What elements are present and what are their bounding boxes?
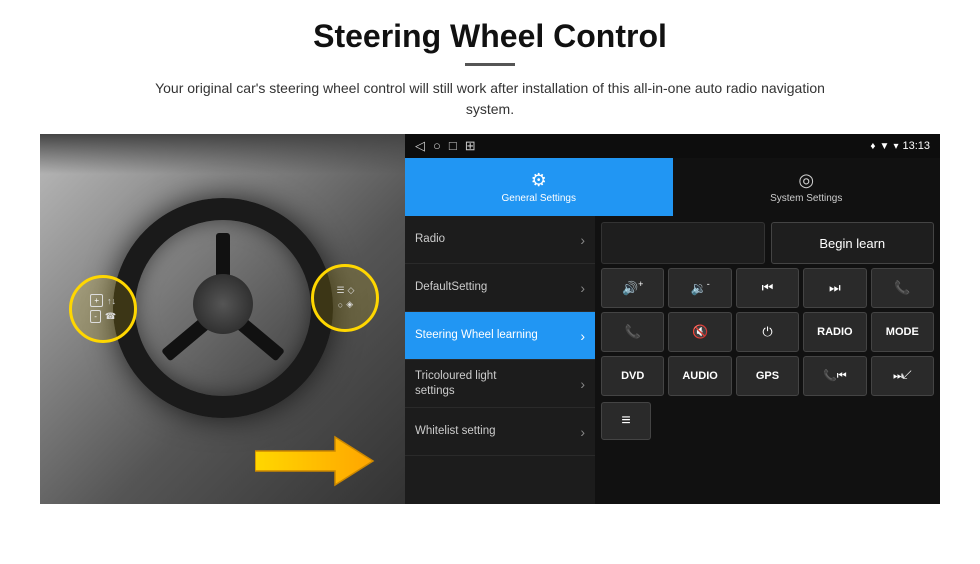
wifi-icon: ▾ [893, 141, 898, 152]
phone-button[interactable]: 📞 [871, 268, 934, 308]
tab-system-label: System Settings [770, 193, 842, 204]
right-button-circle: ☰ ◇ ○ ◈ [311, 264, 379, 332]
empty-input-box [601, 222, 765, 264]
control-grid-row2: 📞 🔇 ⏻ RADIO MODE [601, 312, 934, 352]
next-track-button[interactable]: ⏭ [803, 268, 866, 308]
menu-extra-button[interactable]: ≡ [601, 402, 651, 440]
nav-back-icon[interactable]: ◁ [415, 138, 425, 154]
phone-prev-button[interactable]: 📞⏮ [803, 356, 866, 396]
skip-button[interactable]: ⏭↙ [871, 356, 934, 396]
skip-icon: ⏭↙ [893, 370, 912, 383]
control-grid-row3: DVD AUDIO GPS 📞⏮ ⏭↙ [601, 356, 934, 396]
gps-button[interactable]: GPS [736, 356, 799, 396]
radio-label: Radio [415, 232, 445, 247]
content-area: + ↑↓ - ☎ ☰ ◇ [40, 134, 940, 504]
status-bar: ◁ ○ □ ⊞ ♦ ▼ ▾ 13:13 [405, 134, 940, 158]
begin-learn-button[interactable]: Begin learn [771, 222, 935, 264]
power-icon: ⏻ [762, 324, 772, 340]
main-content: Radio › DefaultSetting › Steering Wheel … [405, 216, 940, 504]
steering-wheel-image: + ↑↓ - ☎ ☰ ◇ [40, 134, 405, 504]
volume-down-icon: 🔉- [691, 279, 710, 296]
chevron-icon: › [580, 232, 585, 248]
power-button[interactable]: ⏻ [736, 312, 799, 352]
chevron-icon: › [580, 280, 585, 296]
menu-item-radio[interactable]: Radio › [405, 216, 595, 264]
tab-general-label: General Settings [502, 193, 577, 204]
volume-down-button[interactable]: 🔉- [668, 268, 731, 308]
steering-wheel-label: Steering Wheel learning [415, 328, 538, 343]
phone-prev-icon: 📞⏮ [823, 369, 847, 383]
direction-arrow [255, 429, 375, 494]
menu-item-steering-wheel[interactable]: Steering Wheel learning › [405, 312, 595, 360]
nav-home-icon[interactable]: ○ [433, 138, 441, 154]
tricoloured-label: Tricoloured lightsettings [415, 369, 496, 399]
menu-icon: ≡ [621, 412, 630, 430]
volume-up-icon: 🔊+ [622, 279, 643, 296]
settings-menu: Radio › DefaultSetting › Steering Wheel … [405, 216, 595, 504]
volume-up-button[interactable]: 🔊+ [601, 268, 664, 308]
dvd-label: DVD [621, 370, 644, 382]
tab-system-settings[interactable]: ◎ System Settings [673, 158, 941, 216]
settings-gear-icon: ⚙ [531, 170, 547, 191]
tab-general-settings[interactable]: ⚙ General Settings [405, 158, 673, 216]
chevron-icon: › [580, 328, 585, 344]
nav-menu-icon[interactable]: ⊞ [465, 138, 476, 154]
status-indicators: ♦ ▼ ▾ 13:13 [870, 140, 930, 152]
radio-label: RADIO [817, 326, 852, 338]
mute-icon: 🔇 [692, 324, 708, 340]
audio-label: AUDIO [682, 370, 717, 382]
top-action-row: Begin learn [601, 222, 934, 264]
whitelist-label: Whitelist setting [415, 424, 496, 439]
radio-mode-button[interactable]: RADIO [803, 312, 866, 352]
title-divider [465, 63, 515, 66]
gps-label: GPS [756, 370, 779, 382]
system-icon: ◎ [798, 170, 814, 191]
nav-recents-icon[interactable]: □ [449, 138, 457, 154]
nav-icons: ◁ ○ □ ⊞ [415, 138, 476, 154]
next-track-icon: ⏭ [829, 280, 841, 296]
call-answer-icon: 📞 [625, 324, 641, 340]
clock: 13:13 [902, 140, 930, 152]
mute-button[interactable]: 🔇 [668, 312, 731, 352]
prev-track-button[interactable]: ⏮ [736, 268, 799, 308]
left-button-circle: + ↑↓ - ☎ [69, 275, 137, 343]
page-subtitle: Your original car's steering wheel contr… [130, 78, 850, 120]
menu-item-default-setting[interactable]: DefaultSetting › [405, 264, 595, 312]
menu-item-whitelist[interactable]: Whitelist setting › [405, 408, 595, 456]
chevron-icon: › [580, 424, 585, 440]
default-setting-label: DefaultSetting [415, 280, 487, 295]
tab-bar: ⚙ General Settings ◎ System Settings [405, 158, 940, 216]
menu-item-tricoloured[interactable]: Tricoloured lightsettings › [405, 360, 595, 408]
call-answer-button[interactable]: 📞 [601, 312, 664, 352]
last-row: ≡ [601, 402, 934, 440]
android-ui: ◁ ○ □ ⊞ ♦ ▼ ▾ 13:13 ⚙ General Settings [405, 134, 940, 504]
steering-wheel-center [193, 274, 253, 334]
phone-icon: 📞 [894, 280, 910, 296]
page-title: Steering Wheel Control [313, 18, 667, 55]
chevron-icon: › [580, 376, 585, 392]
dvd-button[interactable]: DVD [601, 356, 664, 396]
location-icon: ♦ [870, 141, 875, 152]
mode-button[interactable]: MODE [871, 312, 934, 352]
mode-label: MODE [886, 326, 919, 338]
control-grid-row1: 🔊+ 🔉- ⏮ ⏭ 📞 [601, 268, 934, 308]
prev-track-icon: ⏮ [762, 280, 774, 296]
control-panel: Begin learn 🔊+ 🔉- ⏮ [595, 216, 940, 504]
signal-icon: ▼ [880, 141, 890, 152]
audio-button[interactable]: AUDIO [668, 356, 731, 396]
